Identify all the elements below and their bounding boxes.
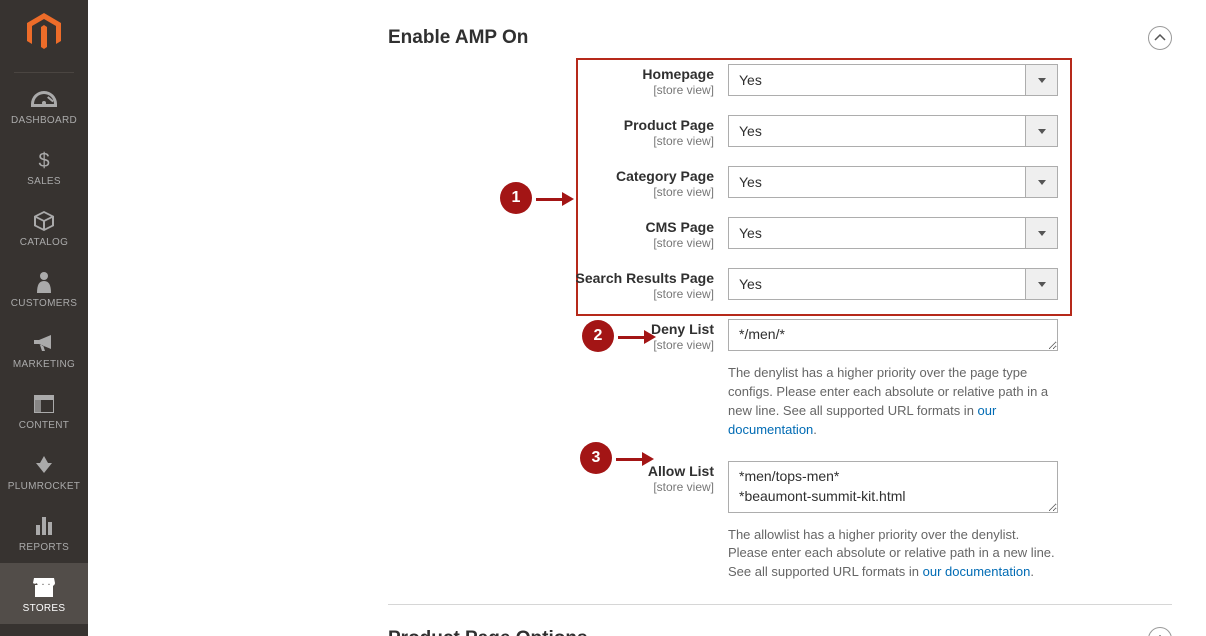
select-cms-page[interactable]: Yes [728, 217, 1058, 249]
scope-label: [store view] [388, 287, 714, 301]
label-product-page: Product Page [388, 117, 714, 133]
select-homepage[interactable]: Yes [728, 64, 1058, 96]
sidebar-item-customers[interactable]: CUSTOMERS [0, 258, 88, 319]
sidebar-item-stores[interactable]: STORES [0, 563, 88, 624]
link-documentation[interactable]: our documentation [923, 564, 1031, 579]
store-icon [33, 575, 55, 599]
select-value: Yes [729, 174, 1025, 190]
sidebar-item-plumrocket[interactable]: PLUMROCKET [0, 441, 88, 502]
svg-text:$: $ [38, 150, 49, 171]
barchart-icon [34, 514, 54, 538]
select-category-page[interactable]: Yes [728, 166, 1058, 198]
select-search-results-page[interactable]: Yes [728, 268, 1058, 300]
caret-down-icon [1025, 116, 1057, 146]
label-deny-list: Deny List [388, 321, 714, 337]
label-cms-page: CMS Page [388, 219, 714, 235]
scope-label: [store view] [388, 185, 714, 199]
caret-down-icon [1025, 65, 1057, 95]
select-value: Yes [729, 276, 1025, 292]
sidebar-item-label: MARKETING [13, 359, 75, 370]
sidebar-item-label: SALES [27, 176, 61, 187]
scope-label: [store view] [388, 480, 714, 494]
section-title-enable-amp: Enable AMP On [388, 27, 528, 49]
help-text-allow: The allowlist has a higher priority over… [728, 526, 1058, 583]
sidebar-item-marketing[interactable]: MARKETING [0, 319, 88, 380]
sidebar-item-sales[interactable]: $ SALES [0, 136, 88, 197]
collapse-button[interactable] [1148, 627, 1172, 636]
label-category-page: Category Page [388, 168, 714, 184]
select-product-page[interactable]: Yes [728, 115, 1058, 147]
sidebar-item-dashboard[interactable]: DASHBOARD [0, 75, 88, 136]
sidebar-item-label: CATALOG [20, 237, 68, 248]
main-content: Enable AMP On 1 2 3 Homepage[store vi [88, 0, 1206, 636]
sidebar-item-reports[interactable]: REPORTS [0, 502, 88, 563]
sidebar-item-label: CUSTOMERS [11, 298, 77, 309]
sidebar-item-catalog[interactable]: CATALOG [0, 197, 88, 258]
sidebar-item-label: PLUMROCKET [8, 481, 80, 492]
dollar-icon: $ [37, 148, 51, 172]
label-allow-list: Allow List [388, 463, 714, 479]
section-title-product-page-options: Product Page Options [388, 628, 588, 636]
sidebar-item-label: CONTENT [19, 420, 69, 431]
person-icon [36, 270, 52, 294]
layout-icon [34, 392, 54, 416]
label-search-results-page: Search Results Page [388, 270, 714, 286]
select-value: Yes [729, 123, 1025, 139]
select-value: Yes [729, 72, 1025, 88]
label-homepage: Homepage [388, 66, 714, 82]
scope-label: [store view] [388, 83, 714, 97]
scope-label: [store view] [388, 134, 714, 148]
chevron-up-icon [1154, 34, 1166, 42]
box-icon [33, 209, 55, 233]
scope-label: [store view] [388, 236, 714, 250]
dashboard-icon [31, 87, 57, 111]
select-value: Yes [729, 225, 1025, 241]
textarea-deny-list[interactable] [728, 319, 1058, 351]
caret-down-icon [1025, 269, 1057, 299]
caret-down-icon [1025, 218, 1057, 248]
scope-label: [store view] [388, 338, 714, 352]
magento-logo[interactable] [24, 12, 64, 52]
caret-down-icon [1025, 167, 1057, 197]
textarea-allow-list[interactable] [728, 461, 1058, 512]
help-text-deny: The denylist has a higher priority over … [728, 364, 1058, 439]
sidebar-item-label: DASHBOARD [11, 115, 77, 126]
sidebar-item-content[interactable]: CONTENT [0, 380, 88, 441]
sidebar-item-label: STORES [23, 603, 66, 614]
megaphone-icon [33, 331, 55, 355]
collapse-button[interactable] [1148, 26, 1172, 50]
admin-sidebar: DASHBOARD $ SALES CATALOG CUSTOMERS MARK… [0, 0, 88, 636]
sidebar-item-label: REPORTS [19, 542, 69, 553]
plumrocket-icon [34, 453, 54, 477]
